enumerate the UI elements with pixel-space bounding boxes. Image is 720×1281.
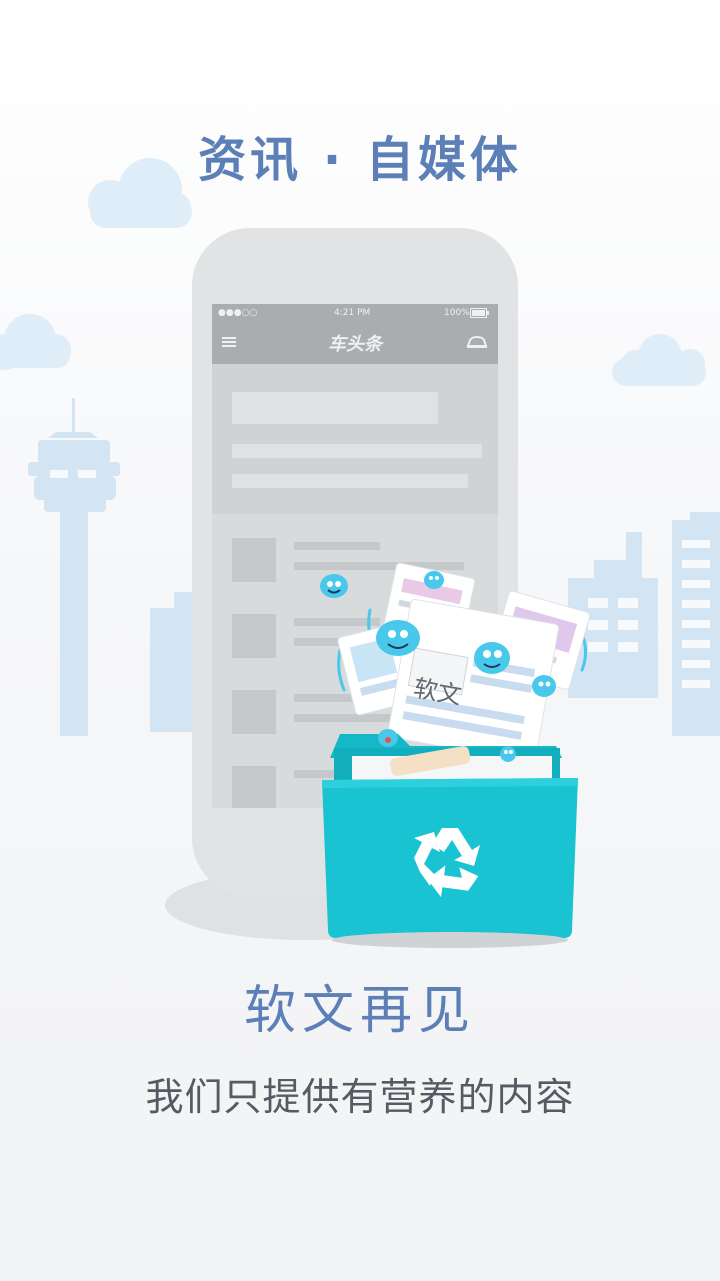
placeholder-thumb: [232, 614, 276, 658]
cloud-icon: [612, 334, 706, 386]
main-heading: 软文再见: [243, 981, 476, 1041]
splash-page: 资讯 · 自媒体 ●●●○○ 4:21 PM 100% 车头条 软文 软文再见 …: [0, 0, 720, 1281]
placeholder-thumb: [232, 690, 276, 734]
mascot-group: [320, 571, 556, 762]
cloud-icon: [0, 314, 71, 370]
placeholder-line: [232, 444, 482, 458]
placeholder-line: [294, 542, 380, 550]
signal-dots: ●●●○○: [218, 308, 258, 318]
mascot-icon: [532, 675, 556, 697]
mascot-icon: [376, 620, 420, 656]
building-icon: [150, 592, 192, 732]
mascot-icon: [378, 729, 398, 747]
tower-icon: [28, 398, 120, 736]
mascot-icon: [424, 571, 444, 589]
battery-icon: [470, 308, 489, 318]
page-title: 资讯 · 自媒体: [198, 132, 522, 188]
mascot-icon: [474, 642, 510, 674]
mascot-icon: [320, 574, 348, 598]
placeholder-line: [232, 474, 468, 488]
status-battery: 100%: [444, 308, 470, 318]
app-logo: 车头条: [328, 334, 382, 355]
status-time: 4:21 PM: [334, 308, 371, 318]
mascot-icon: [500, 746, 516, 762]
main-subheading: 我们只提供有营养的内容: [145, 1075, 575, 1119]
placeholder-thumb: [232, 538, 276, 582]
status-bar: ●●●○○ 4:21 PM 100%: [212, 304, 498, 322]
placeholder-thumb: [232, 766, 276, 808]
app-navbar: 车头条: [212, 322, 498, 364]
placeholder-headline: [232, 392, 438, 424]
car-icon: [466, 335, 488, 348]
